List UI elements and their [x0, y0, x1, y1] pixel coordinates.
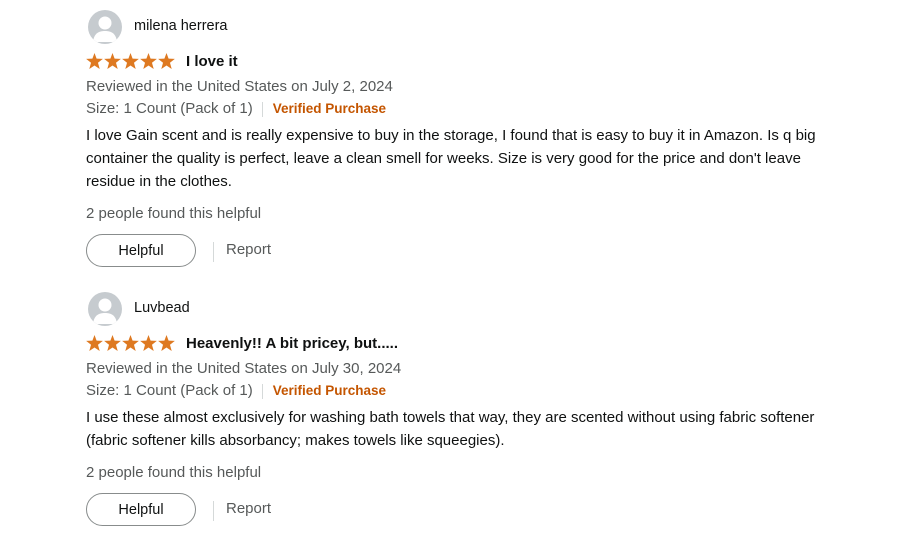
- star-rating[interactable]: [86, 335, 175, 351]
- review-date: Reviewed in the United States on July 2,…: [86, 78, 393, 95]
- star-icon: [86, 53, 103, 69]
- reviewer-name[interactable]: milena herrera: [134, 18, 228, 34]
- user-silhouette-icon: [93, 16, 117, 42]
- star-icon: [158, 335, 175, 351]
- star-icon: [104, 53, 121, 69]
- user-silhouette-icon: [93, 298, 117, 324]
- divider: [261, 383, 263, 399]
- review-body: I use these almost exclusively for washi…: [86, 409, 815, 449]
- star-rating[interactable]: [86, 53, 175, 69]
- divider: [213, 242, 214, 262]
- reviewer-name[interactable]: Luvbead: [134, 300, 190, 316]
- reviewer-profile[interactable]: milena herrera: [86, 10, 886, 44]
- helpful-count: 2 people found this helpful: [86, 205, 262, 222]
- review-card: Luvbead Heavenly!! A bit pricey, but....…: [86, 292, 886, 529]
- review-body: I love Gain scent and is really expensiv…: [86, 127, 816, 190]
- report-link[interactable]: Report: [226, 500, 271, 517]
- verified-purchase-badge[interactable]: Verified Purchase: [273, 380, 386, 402]
- star-icon: [140, 53, 157, 69]
- review-title[interactable]: I love it: [186, 53, 238, 70]
- review-card: milena herrera I love it Reviewed in the…: [86, 10, 886, 270]
- star-icon: [140, 335, 157, 351]
- avatar: [88, 292, 122, 326]
- helpful-count: 2 people found this helpful: [86, 464, 262, 481]
- star-icon: [104, 335, 121, 351]
- reviewer-profile[interactable]: Luvbead: [86, 292, 886, 326]
- avatar: [88, 10, 122, 44]
- divider: [261, 101, 263, 117]
- product-variant[interactable]: Size: 1 Count (Pack of 1): [86, 380, 253, 402]
- star-icon: [158, 53, 175, 69]
- review-title[interactable]: Heavenly!! A bit pricey, but.....: [186, 335, 398, 352]
- star-icon: [122, 53, 139, 69]
- helpful-button[interactable]: Helpful: [86, 234, 196, 267]
- star-icon: [122, 335, 139, 351]
- report-link[interactable]: Report: [226, 241, 271, 258]
- helpful-button[interactable]: Helpful: [86, 493, 196, 526]
- star-icon: [86, 335, 103, 351]
- verified-purchase-badge[interactable]: Verified Purchase: [273, 98, 386, 120]
- product-variant[interactable]: Size: 1 Count (Pack of 1): [86, 98, 253, 120]
- review-date: Reviewed in the United States on July 30…: [86, 360, 402, 377]
- divider: [213, 501, 214, 521]
